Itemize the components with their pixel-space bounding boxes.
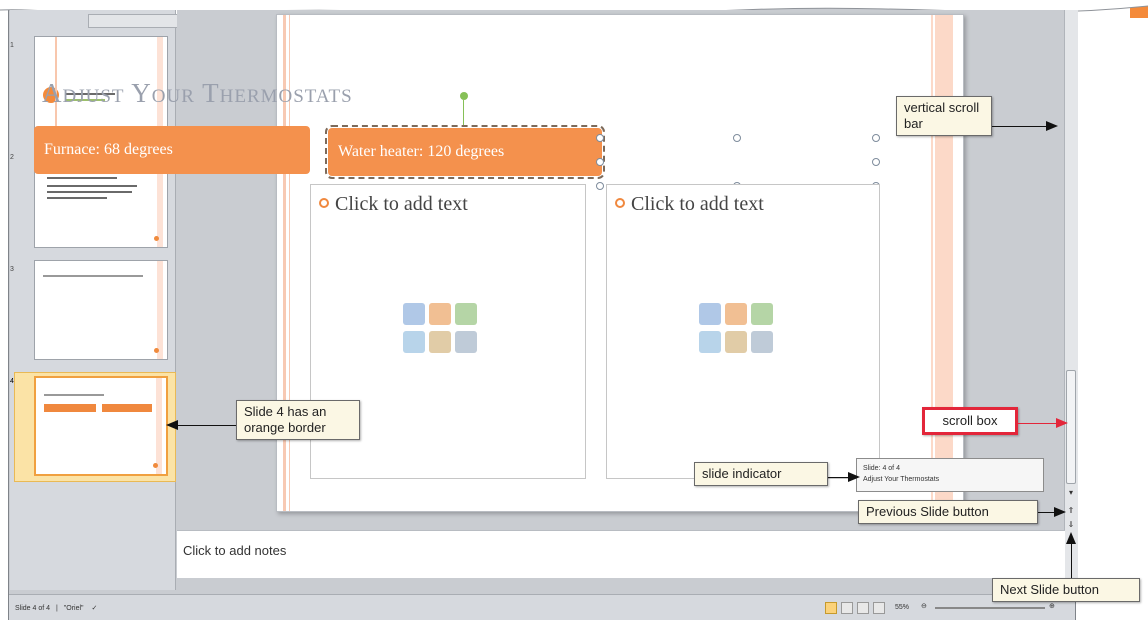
notes-placeholder: Click to add notes [183, 543, 287, 558]
callout-next-slide: Next Slide button [992, 578, 1140, 602]
header-placeholder-right-selected[interactable]: Water heater: 120 degrees [325, 125, 605, 179]
status-slide-info: Slide 4 of 4 [15, 605, 51, 612]
reading-view-button[interactable] [857, 602, 869, 614]
slide-indicator-title: Adjust Your Thermostats [863, 476, 940, 483]
insert-content-icons[interactable] [699, 303, 777, 361]
thumbnail-number: 3 [10, 266, 14, 273]
scroll-down-arrow-icon[interactable]: ▾ [1066, 488, 1076, 498]
content-placeholder-text: Click to add text [631, 193, 764, 215]
clip-art-icon[interactable] [725, 331, 747, 353]
sizing-handle[interactable] [872, 158, 880, 166]
callout-arrow [1018, 423, 1060, 424]
zoom-level[interactable]: 55% [895, 604, 909, 611]
slide-sorter-view-button[interactable] [841, 602, 853, 614]
arrow-head-icon [1056, 418, 1068, 428]
slide-show-button[interactable] [873, 602, 885, 614]
callout-arrow [1071, 540, 1072, 578]
arrow-head-icon [1066, 532, 1076, 544]
thumbnail-number: 1 [10, 42, 14, 49]
content-placeholder-text: Click to add text [335, 193, 468, 215]
content-placeholder-right[interactable]: Click to add text [606, 184, 880, 479]
rotation-handle-line [463, 100, 464, 126]
chart-icon[interactable] [429, 303, 451, 325]
bullet-icon [319, 198, 329, 208]
slide-indicator: Slide: 4 of 4 Adjust Your Thermostats [856, 458, 1044, 492]
pane-tabs[interactable] [88, 14, 178, 28]
zoom-slider[interactable] [935, 607, 1045, 609]
callout-slide4-border: Slide 4 has an orange border [236, 400, 360, 440]
table-icon[interactable] [403, 303, 425, 325]
picture-icon[interactable] [403, 331, 425, 353]
thumbnail-number: 2 [10, 154, 14, 161]
slide-thumbnail-4-selected[interactable] [34, 376, 168, 476]
slide-title[interactable]: Adjust Your Thermostats [42, 78, 353, 109]
slide-thumbnail-3[interactable] [34, 260, 168, 360]
table-icon[interactable] [699, 303, 721, 325]
next-slide-button[interactable]: ⇓ [1066, 520, 1076, 530]
sizing-handle[interactable] [872, 134, 880, 142]
slide-indicator-number: Slide: 4 of 4 [863, 465, 900, 472]
smartart-icon[interactable] [751, 303, 773, 325]
sizing-handle[interactable] [596, 182, 604, 190]
arrow-head-icon [1046, 121, 1058, 131]
header-placeholder-left[interactable]: Furnace: 68 degrees [34, 126, 310, 174]
normal-view-button[interactable] [825, 602, 837, 614]
callout-previous-slide: Previous Slide button [858, 500, 1038, 524]
arrow-head-icon [166, 420, 178, 430]
arrow-head-icon [1054, 507, 1066, 517]
spell-check-icon[interactable]: ✓ [91, 605, 97, 612]
picture-icon[interactable] [699, 331, 721, 353]
sizing-handle[interactable] [733, 134, 741, 142]
sizing-handle[interactable] [596, 158, 604, 166]
insert-content-icons[interactable] [403, 303, 481, 361]
smartart-icon[interactable] [455, 303, 477, 325]
zoom-in-icon[interactable]: ⊕ [1049, 602, 1055, 610]
media-icon[interactable] [455, 331, 477, 353]
callout-arrow [176, 425, 236, 426]
callout-arrow [992, 126, 1050, 127]
chart-icon[interactable] [725, 303, 747, 325]
sizing-handle[interactable] [596, 134, 604, 142]
bullet-icon [615, 198, 625, 208]
notes-pane[interactable]: Click to add notes [177, 530, 1065, 578]
arrow-head-icon [848, 472, 860, 482]
clip-art-icon[interactable] [429, 331, 451, 353]
zoom-out-icon[interactable]: ⊖ [921, 602, 927, 610]
callout-slide-indicator: slide indicator [694, 462, 828, 486]
status-theme-name: "Oriel" [63, 605, 84, 612]
thumbnail-number: 4 [10, 378, 14, 385]
callout-scroll-box: scroll box [922, 407, 1018, 435]
rotation-handle[interactable] [460, 92, 468, 100]
status-bar: Slide 4 of 4 | "Oriel" ✓ 55% ⊖ ⊕ [9, 594, 1075, 620]
media-icon[interactable] [751, 331, 773, 353]
callout-vertical-scroll-bar: vertical scroll bar [896, 96, 992, 136]
previous-slide-button[interactable]: ⇑ [1066, 506, 1076, 516]
